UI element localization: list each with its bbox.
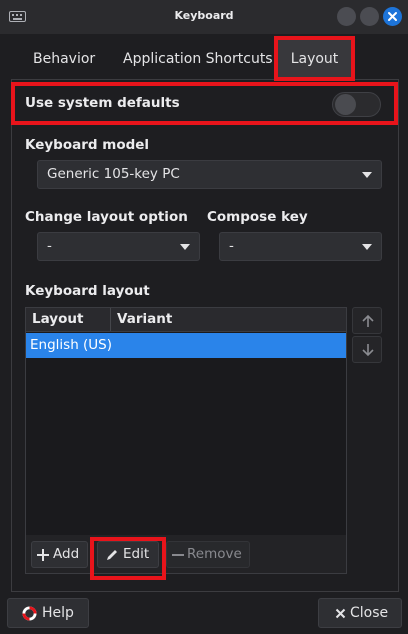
pencil-icon <box>107 550 117 560</box>
window-close-button[interactable] <box>383 7 402 26</box>
list-toolbar: Add Edit Remove <box>26 535 346 573</box>
close-button-label: Close <box>350 605 389 621</box>
compose-key-select[interactable]: - <box>219 232 382 261</box>
help-button-label: Help <box>42 605 74 621</box>
switch-knob <box>335 94 356 115</box>
close-button[interactable]: Close <box>318 598 402 628</box>
column-header-variant[interactable]: Variant <box>117 311 172 327</box>
change-layout-option-value: - <box>47 238 52 254</box>
column-separator <box>110 308 111 331</box>
add-button[interactable]: Add <box>31 541 88 568</box>
chevron-down-icon <box>362 244 372 250</box>
change-layout-option-select[interactable]: - <box>37 232 200 261</box>
tab-behavior[interactable]: Behavior <box>33 40 95 79</box>
edit-button-label: Edit <box>123 546 150 562</box>
tab-label: Application Shortcuts <box>123 51 273 67</box>
close-icon <box>388 12 397 21</box>
column-header-layout[interactable]: Layout <box>32 311 83 327</box>
lifebuoy-icon <box>22 606 37 621</box>
arrow-up-icon <box>362 314 374 327</box>
change-layout-option-label: Change layout option <box>25 209 188 225</box>
minus-icon <box>172 554 184 556</box>
layout-cell: English (US) <box>30 337 113 353</box>
remove-button[interactable]: Remove <box>166 541 250 568</box>
x-icon <box>335 608 346 619</box>
edit-button[interactable]: Edit <box>97 541 159 568</box>
tab-application-shortcuts[interactable]: Application Shortcuts <box>123 40 273 79</box>
tab-layout[interactable]: Layout <box>278 40 351 79</box>
add-button-label: Add <box>53 546 80 562</box>
remove-button-label: Remove <box>187 546 242 562</box>
plus-icon <box>37 549 49 561</box>
keyboard-layout-list[interactable]: Layout Variant English (US) Add Edit Rem… <box>25 307 347 574</box>
minimize-button[interactable] <box>337 7 356 26</box>
compose-key-label: Compose key <box>207 209 308 225</box>
chevron-down-icon <box>362 172 372 178</box>
move-down-button[interactable] <box>352 336 382 363</box>
keyboard-layout-label: Keyboard layout <box>25 283 150 299</box>
use-system-defaults-label: Use system defaults <box>25 95 180 111</box>
keyboard-model-select[interactable]: Generic 105-key PC <box>37 160 382 189</box>
table-row[interactable]: English (US) <box>26 333 346 358</box>
keyboard-model-value: Generic 105-key PC <box>47 166 180 182</box>
move-up-button[interactable] <box>352 307 382 334</box>
chevron-down-icon <box>180 244 190 250</box>
tab-label: Behavior <box>33 51 96 67</box>
title-bar: Keyboard <box>0 0 408 34</box>
help-button[interactable]: Help <box>7 598 89 628</box>
keyboard-model-label: Keyboard model <box>25 137 150 153</box>
compose-key-value: - <box>229 238 234 254</box>
tab-label: Layout <box>290 51 339 67</box>
maximize-button[interactable] <box>360 7 379 26</box>
list-header: Layout Variant <box>26 308 346 332</box>
use-system-defaults-switch[interactable] <box>332 92 381 117</box>
arrow-down-icon <box>362 344 374 357</box>
